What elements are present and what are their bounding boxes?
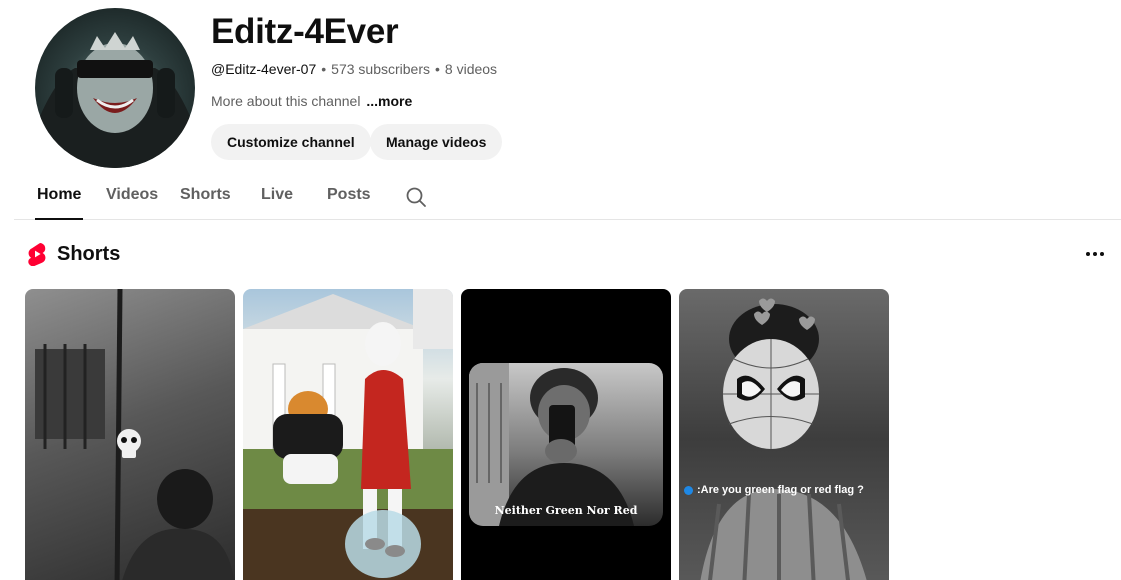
more-vert-icon[interactable] (1082, 243, 1108, 265)
shorts-logo-icon (27, 242, 47, 267)
short-card[interactable] (243, 289, 453, 580)
tab-videos[interactable]: Videos (106, 186, 158, 204)
tab-home[interactable]: Home (34, 186, 84, 220)
tab-live[interactable]: Live (261, 186, 293, 204)
about-more-link[interactable]: ...more (366, 93, 412, 109)
channel-avatar[interactable] (35, 8, 195, 168)
channel-title: Editz-4Ever (211, 12, 399, 51)
tab-shorts[interactable]: Shorts (180, 186, 231, 204)
shorts-section-header: Shorts (27, 241, 120, 267)
manage-videos-button[interactable]: Manage videos (370, 124, 503, 160)
shorts-section-title: Shorts (57, 242, 121, 265)
meta-separator: • (321, 61, 327, 77)
meta-separator: • (435, 61, 440, 77)
customize-channel-button[interactable]: Customize channel (211, 124, 371, 160)
video-count: 8 videos (444, 61, 498, 77)
short-thumbnail (243, 289, 453, 580)
short-caption-text: :Are you green flag or red flag ? (697, 484, 864, 496)
short-card[interactable]: :Are you green flag or red flag ? (679, 289, 889, 580)
short-card[interactable] (25, 289, 235, 580)
short-thumbnail (700, 298, 867, 580)
subscriber-count: 573 subscribers (331, 61, 430, 77)
channel-tabs: Home Videos Shorts Live Posts (14, 172, 1121, 220)
tab-posts[interactable]: Posts (327, 186, 371, 204)
search-icon[interactable] (404, 185, 428, 209)
short-card[interactable]: Neither Green Nor Red (461, 289, 671, 580)
channel-handle: @Editz-4ever-07 (211, 61, 317, 77)
about-text: More about this channel (211, 93, 361, 109)
short-thumbnail (35, 289, 234, 580)
channel-about[interactable]: More about this channel ...more (211, 93, 412, 109)
short-thumbnail (469, 363, 663, 526)
short-caption: :Are you green flag or red flag ? (684, 484, 864, 496)
joker-avatar-art (35, 32, 195, 168)
short-caption: Neither Green Nor Red (494, 504, 638, 517)
blue-dot-icon (684, 485, 693, 495)
channel-meta: @Editz-4ever-07 • 573 subscribers • 8 videos (211, 61, 497, 77)
